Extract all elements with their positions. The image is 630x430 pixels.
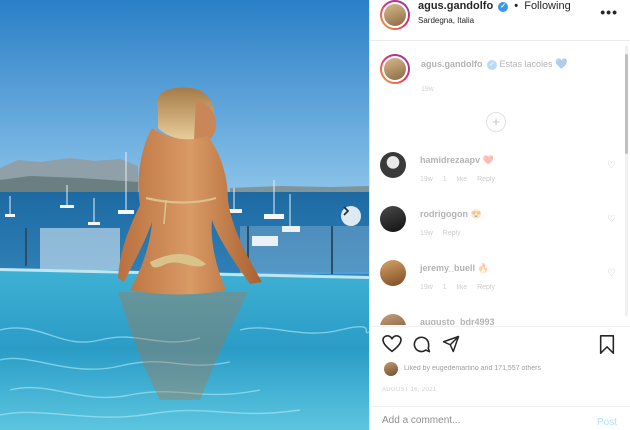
likes-text[interactable]: Liked by eugedemartino and 171,557 other… bbox=[404, 365, 541, 372]
caption-time: 19w bbox=[421, 86, 434, 93]
comment-avatar[interactable] bbox=[380, 152, 406, 178]
heart-icon[interactable]: ♡ bbox=[607, 160, 616, 171]
comment-emoji: 😍 bbox=[470, 209, 482, 219]
comment-icon[interactable] bbox=[412, 335, 431, 354]
verified-icon: ✓ bbox=[487, 60, 498, 70]
author-avatar[interactable] bbox=[380, 0, 410, 30]
post-comment-button[interactable]: Post bbox=[597, 417, 617, 428]
comment-username[interactable]: jeremy_buell bbox=[420, 263, 475, 273]
following-button[interactable]: Following bbox=[524, 0, 570, 12]
post-timestamp: AUGUST 16, 2021 bbox=[382, 387, 437, 393]
instagram-post-modal: agus.gandolfo ✓ • Following Sardegna, It… bbox=[0, 0, 630, 430]
separator-dot: • bbox=[514, 0, 519, 12]
comment-avatar[interactable] bbox=[380, 206, 406, 232]
comment-meta[interactable]: 19w 1 like Reply bbox=[420, 284, 495, 291]
liker-avatar[interactable] bbox=[384, 362, 398, 376]
caption-text: Estas lacoles bbox=[499, 59, 553, 69]
comment-username[interactable]: rodrigogon bbox=[420, 209, 468, 219]
photo-scene bbox=[0, 0, 369, 430]
heart-icon[interactable]: ♡ bbox=[607, 268, 616, 279]
action-bar bbox=[370, 326, 630, 358]
more-icon[interactable]: ••• bbox=[600, 4, 618, 20]
comment-item: jeremy_buell 🔥 19w 1 like Reply ♡ bbox=[380, 260, 620, 305]
likes-summary: Liked by eugedemartino and 171,557 other… bbox=[370, 360, 630, 380]
comment-text: jeremy_buell 🔥 bbox=[420, 263, 489, 274]
comment-item: hamidrezaapv ❤️ 19w 1 like Reply ♡ bbox=[380, 152, 620, 197]
post-location[interactable]: Sardegna, Italia bbox=[418, 16, 474, 25]
comment-avatar[interactable] bbox=[380, 314, 406, 325]
author-line: agus.gandolfo ✓ • Following bbox=[418, 0, 571, 12]
comment-emoji: 🔥 bbox=[477, 263, 489, 273]
comment-meta[interactable]: 19w 1 like Reply bbox=[420, 176, 495, 183]
post-header: agus.gandolfo ✓ • Following Sardegna, It… bbox=[370, 0, 630, 41]
comment-text: augusto_bdr4993 bbox=[420, 317, 495, 325]
bookmark-icon[interactable] bbox=[599, 335, 615, 354]
heart-icon[interactable]: ♡ bbox=[607, 214, 616, 225]
load-more-comments-button[interactable]: + bbox=[486, 112, 506, 132]
comment-item: augusto_bdr4993 bbox=[380, 314, 620, 325]
comment-text: hamidrezaapv ❤️ bbox=[420, 155, 494, 166]
chevron-right-icon bbox=[343, 206, 350, 216]
comment-username[interactable]: augusto_bdr4993 bbox=[420, 317, 495, 325]
comment-meta[interactable]: 19w Reply bbox=[420, 230, 461, 237]
author-username[interactable]: agus.gandolfo bbox=[418, 0, 493, 12]
caption-text-line: agus.gandolfo ✓ Estas lacoles 💙 bbox=[421, 59, 568, 70]
add-comment-bar: Post bbox=[370, 406, 630, 430]
share-icon[interactable] bbox=[442, 335, 460, 353]
comment-username[interactable]: hamidrezaapv bbox=[420, 155, 480, 165]
comment-input[interactable] bbox=[382, 415, 572, 426]
comment-item: rodrigogon 😍 19w Reply ♡ bbox=[380, 206, 620, 251]
comments-scrollbar[interactable] bbox=[625, 46, 628, 316]
comment-emoji: ❤️ bbox=[482, 155, 494, 165]
post-sidebar: agus.gandolfo ✓ • Following Sardegna, It… bbox=[369, 0, 630, 430]
heart-icon[interactable] bbox=[382, 335, 402, 353]
verified-icon: ✓ bbox=[498, 2, 509, 12]
comment-text: rodrigogon 😍 bbox=[420, 209, 482, 220]
caption-username[interactable]: agus.gandolfo bbox=[421, 59, 483, 69]
comment-avatar[interactable] bbox=[380, 260, 406, 286]
comments-list[interactable]: agus.gandolfo ✓ Estas lacoles 💙 19w + ha… bbox=[370, 42, 630, 325]
caption-avatar[interactable] bbox=[380, 54, 410, 84]
post-photo[interactable] bbox=[0, 0, 369, 430]
scrollbar-thumb[interactable] bbox=[625, 54, 628, 154]
next-photo-button[interactable] bbox=[341, 206, 361, 226]
blue-heart-emoji: 💙 bbox=[555, 59, 568, 70]
